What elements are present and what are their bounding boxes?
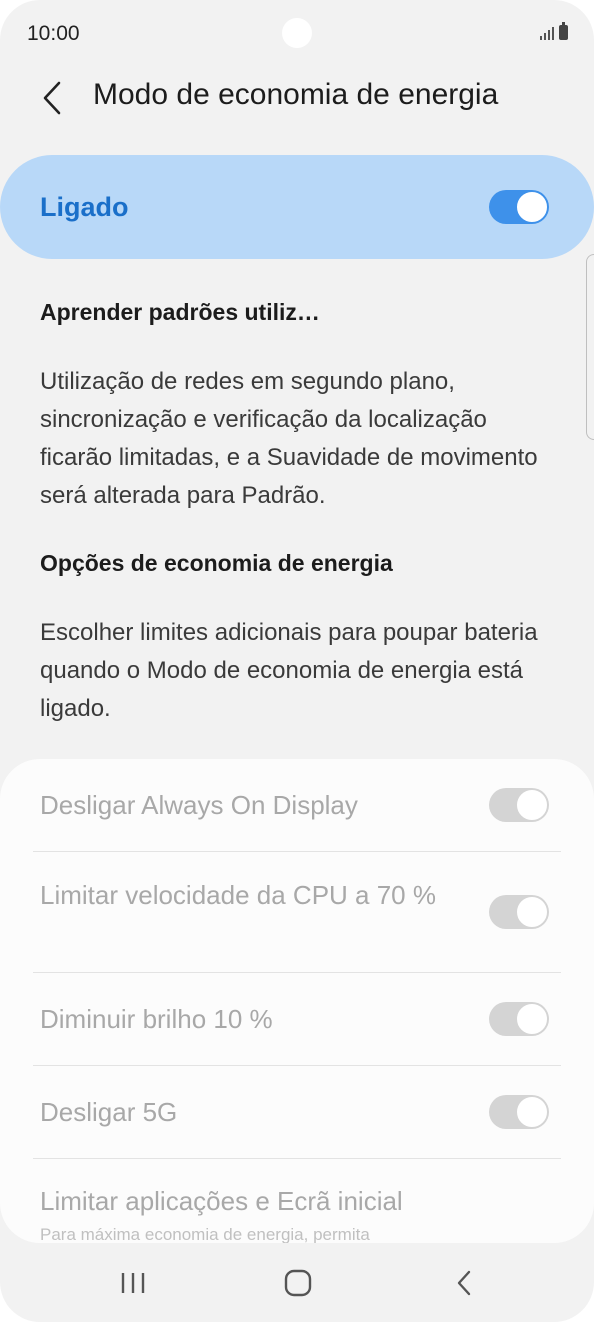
master-switch-label: Ligado bbox=[40, 192, 129, 222]
option-toggle[interactable] bbox=[489, 895, 549, 929]
option-reduce-brightness[interactable]: Diminuir brilho 10 % bbox=[33, 973, 561, 1065]
status-time: 10:00 bbox=[27, 22, 80, 45]
option-subtext: Para máxima economia de energia, permita bbox=[40, 1225, 370, 1243]
option-turn-off-5g[interactable]: Desligar 5G bbox=[33, 1066, 561, 1158]
option-label: Limitar velocidade da CPU a 70 % bbox=[40, 880, 436, 910]
page-title: Modo de economia de energia bbox=[93, 78, 499, 111]
learn-patterns-description: Utilização de redes em segundo plano, si… bbox=[40, 368, 538, 509]
toggle-knob bbox=[516, 1096, 548, 1128]
app-header: Modo de economia de energia bbox=[0, 70, 594, 126]
option-toggle[interactable] bbox=[489, 1002, 549, 1036]
option-always-on-display[interactable]: Desligar Always On Display bbox=[33, 759, 561, 851]
home-icon bbox=[284, 1269, 312, 1297]
master-toggle[interactable] bbox=[489, 190, 549, 224]
recents-icon bbox=[121, 1273, 145, 1293]
option-limit-cpu[interactable]: Limitar velocidade da CPU a 70 % bbox=[33, 852, 561, 972]
option-toggle[interactable] bbox=[489, 1095, 549, 1129]
scrollbar[interactable] bbox=[586, 254, 594, 440]
toggle-knob bbox=[516, 896, 548, 928]
toggle-knob bbox=[516, 1003, 548, 1035]
phone-screen: 10:00 Modo de economia de energia Ligado bbox=[0, 0, 594, 1322]
battery-icon bbox=[559, 22, 568, 40]
recents-button[interactable] bbox=[103, 1261, 163, 1305]
option-label: Diminuir brilho 10 % bbox=[40, 1004, 273, 1034]
home-button[interactable] bbox=[268, 1261, 328, 1305]
status-icons bbox=[540, 22, 568, 40]
saving-options-heading: Opções de economia de energia bbox=[40, 550, 393, 576]
signal-icon bbox=[540, 24, 554, 40]
master-switch-bar[interactable]: Ligado bbox=[0, 155, 594, 259]
nav-back-button[interactable] bbox=[434, 1261, 494, 1305]
camera-cutout bbox=[282, 18, 312, 48]
navigation-bar bbox=[0, 1243, 594, 1322]
option-toggle[interactable] bbox=[489, 788, 549, 822]
options-card: Desligar Always On Display Limitar veloc… bbox=[0, 759, 594, 1243]
option-label: Desligar Always On Display bbox=[40, 790, 358, 820]
back-icon bbox=[457, 1270, 471, 1296]
toggle-knob bbox=[516, 789, 548, 821]
option-label: Limitar aplicações e Ecrã inicial bbox=[40, 1186, 403, 1216]
learn-patterns-heading[interactable]: Aprender padrões utiliz… bbox=[40, 299, 320, 326]
toggle-knob bbox=[516, 191, 548, 223]
option-label: Desligar 5G bbox=[40, 1097, 178, 1127]
back-button[interactable] bbox=[30, 74, 74, 122]
status-bar: 10:00 bbox=[0, 0, 594, 68]
saving-options-description: Escolher limites adicionais para poupar … bbox=[40, 619, 538, 722]
chevron-left-icon bbox=[43, 81, 61, 115]
option-limit-apps[interactable]: Limitar aplicações e Ecrã inicial Para m… bbox=[33, 1159, 561, 1243]
